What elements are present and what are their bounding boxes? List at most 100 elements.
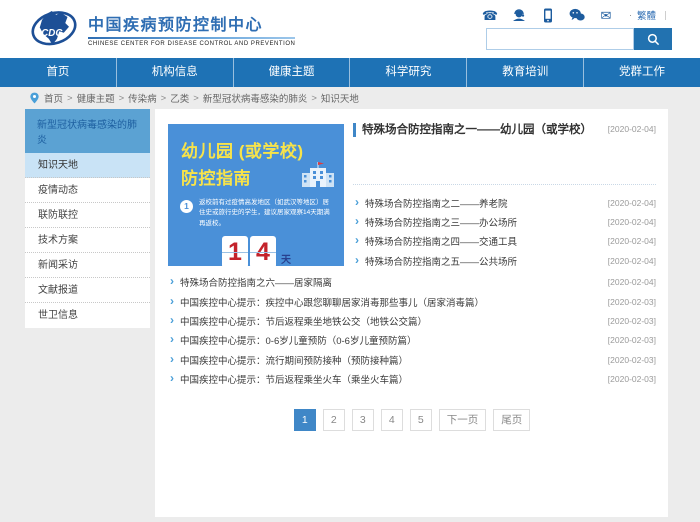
logo-cdc-text: CDC: [41, 28, 63, 39]
article-date: [2020-02-03]: [600, 355, 656, 365]
article-date: [2020-02-03]: [600, 297, 656, 307]
pagination: 12345 下一页尾页: [168, 409, 656, 431]
article-title[interactable]: 特殊场合防控指南之三——办公场所: [365, 215, 517, 229]
page-button[interactable]: 尾页: [493, 409, 530, 431]
nav-item[interactable]: 健康主题: [234, 58, 351, 87]
chevron-right-icon: ›: [355, 195, 359, 209]
article-row[interactable]: › 特殊场合防控指南之三——办公场所 [2020-02-04]: [353, 212, 656, 231]
breadcrumb-link[interactable]: 新型冠状病毒感染的肺炎: [203, 91, 308, 105]
breadcrumb-separator: >: [193, 93, 199, 104]
sidebar-item[interactable]: 疫情动态: [25, 178, 150, 203]
sidebar-item[interactable]: 知识天地: [25, 153, 150, 178]
site-header: CDC 中国疾病预防控制中心 CHINESE CENTER FOR DISEAS…: [0, 0, 700, 58]
article-row[interactable]: › 特殊场合防控指南之六——居家隔离 [2020-02-04]: [168, 273, 656, 292]
mail-icon[interactable]: ✉: [598, 8, 614, 22]
article-row[interactable]: › 中国疾控中心提示：节后返程乘坐地铁公交（地铁公交篇） [2020-02-03…: [168, 311, 656, 330]
page-button[interactable]: 下一页: [439, 409, 487, 431]
poster-step-text: 返校前有过疫情高发地区（如武汉等地区）居住史或旅行史的学生，建议居家观察14天期…: [199, 198, 332, 229]
article-title[interactable]: 中国疾控中心提示：节后返程乘坐火车（乘坐火车篇）: [180, 372, 408, 386]
article-title[interactable]: 特殊场合防控指南之二——养老院: [365, 196, 508, 210]
poster-days-unit: 天: [281, 251, 291, 266]
nav-item[interactable]: 机构信息: [117, 58, 234, 87]
article-row[interactable]: › 中国疾控中心提示：0-6岁儿童预防（0-6岁儿童预防篇） [2020-02-…: [168, 331, 656, 350]
page-button[interactable]: 5: [410, 409, 432, 431]
nav-item[interactable]: 党群工作: [584, 58, 700, 87]
magnifier-icon: [647, 33, 660, 46]
featured-section: 幼儿园 (或学校) 防控指南 1 返校前有过疫情高发地区（如武汉等地区: [168, 121, 656, 271]
cdc-logo-icon: CDC: [30, 4, 78, 54]
title-underline: [88, 37, 295, 39]
sidebar-item[interactable]: 文献报道: [25, 278, 150, 303]
featured-article-title[interactable]: 特殊场合防控指南之一——幼儿园（或学校）: [362, 121, 592, 137]
wechat-icon[interactable]: [569, 8, 585, 22]
article-row[interactable]: › 中国疾控中心提示：流行期间预防接种（预防接种篇） [2020-02-03]: [168, 350, 656, 369]
page-button[interactable]: 2: [323, 409, 345, 431]
sidebar-item[interactable]: 联防联控: [25, 203, 150, 228]
featured-summary-space: [353, 139, 656, 184]
chevron-right-icon: ›: [355, 233, 359, 247]
service-icon[interactable]: [511, 8, 527, 22]
site-title: 中国疾病预防控制中心: [88, 11, 295, 35]
article-row[interactable]: › 特殊场合防控指南之二——养老院 [2020-02-04]: [353, 193, 656, 212]
chevron-right-icon: ›: [170, 274, 174, 288]
sidebar-header: 新型冠状病毒感染的肺炎: [25, 109, 150, 153]
article-title[interactable]: 特殊场合防控指南之四——交通工具: [365, 234, 517, 248]
breadcrumb-separator: >: [119, 93, 125, 104]
article-row[interactable]: › 特殊场合防控指南之五——公共场所 [2020-02-04]: [353, 251, 656, 270]
sidebar-item[interactable]: 世卫信息: [25, 303, 150, 328]
article-title[interactable]: 中国疾控中心提示：节后返程乘坐地铁公交（地铁公交篇）: [180, 314, 427, 328]
nav-item[interactable]: 教育培训: [467, 58, 584, 87]
featured-poster[interactable]: 幼儿园 (或学校) 防控指南 1 返校前有过疫情高发地区（如武汉等地区: [168, 124, 344, 266]
chevron-right-icon: ›: [170, 313, 174, 327]
article-title[interactable]: 中国疾控中心提示：流行期间预防接种（预防接种篇）: [180, 353, 408, 367]
poster-step-number: 1: [180, 200, 193, 213]
chevron-right-icon: ›: [170, 352, 174, 366]
sidebar-item[interactable]: 技术方案: [25, 228, 150, 253]
chevron-right-icon: ›: [170, 294, 174, 308]
article-date: [2020-02-04]: [600, 277, 656, 287]
breadcrumb-link[interactable]: 传染病: [128, 91, 157, 105]
article-title[interactable]: 特殊场合防控指南之六——居家隔离: [180, 275, 332, 289]
lang-link[interactable]: 繁體: [637, 8, 656, 22]
chevron-right-icon: ›: [170, 332, 174, 346]
article-row[interactable]: › 特殊场合防控指南之四——交通工具 [2020-02-04]: [353, 232, 656, 251]
chevron-right-icon: ›: [355, 253, 359, 267]
phone-icon[interactable]: ☎: [482, 8, 498, 22]
breadcrumb-separator: >: [67, 93, 73, 104]
nav-item[interactable]: 首页: [0, 58, 117, 87]
article-date: [2020-02-04]: [600, 256, 656, 266]
article-date: [2020-02-04]: [600, 198, 656, 208]
breadcrumb-link[interactable]: 健康主题: [77, 91, 115, 105]
featured-article-date: [2020-02-04]: [602, 121, 656, 134]
page-button[interactable]: 3: [352, 409, 374, 431]
article-date: [2020-02-03]: [600, 374, 656, 384]
breadcrumb-link[interactable]: 乙类: [170, 91, 189, 105]
page-button[interactable]: 4: [381, 409, 403, 431]
main-panel: 幼儿园 (或学校) 防控指南 1 返校前有过疫情高发地区（如武汉等地区: [155, 109, 668, 517]
flip-card-digit-1: 1: [222, 236, 248, 266]
chevron-right-icon: ›: [170, 371, 174, 385]
article-title[interactable]: 中国疾控中心提示：疾控中心跟您聊聊居家消毒那些事儿（居家消毒篇）: [180, 295, 484, 309]
nav-item[interactable]: 科学研究: [350, 58, 467, 87]
chevron-right-icon: ›: [355, 214, 359, 228]
breadcrumb-link[interactable]: 首页: [44, 91, 63, 105]
page-button[interactable]: 1: [294, 409, 316, 431]
lang-dot: ·: [629, 10, 632, 20]
breadcrumb-link[interactable]: 知识天地: [321, 91, 359, 105]
search-input[interactable]: [486, 28, 634, 50]
article-date: [2020-02-04]: [600, 236, 656, 246]
article-row[interactable]: › 中国疾控中心提示：节后返程乘坐火车（乘坐火车篇） [2020-02-03]: [168, 370, 656, 389]
flip-card-digit-4: 4: [250, 236, 276, 266]
article-date: [2020-02-04]: [600, 217, 656, 227]
main-nav: 首页机构信息健康主题科学研究教育培训党群工作: [0, 58, 700, 87]
article-title[interactable]: 中国疾控中心提示：0-6岁儿童预防（0-6岁儿童预防篇）: [180, 333, 416, 347]
mobile-icon[interactable]: [540, 8, 556, 22]
location-pin-icon: [30, 92, 39, 104]
article-row[interactable]: › 中国疾控中心提示：疾控中心跟您聊聊居家消毒那些事儿（居家消毒篇） [2020…: [168, 292, 656, 311]
sidebar-item[interactable]: 新闻采访: [25, 253, 150, 278]
lang-divider: ｜: [661, 9, 670, 22]
article-date: [2020-02-03]: [600, 316, 656, 326]
sidebar: 新型冠状病毒感染的肺炎 知识天地疫情动态联防联控技术方案新闻采访文献报道世卫信息: [25, 109, 150, 328]
search-button[interactable]: [634, 28, 672, 50]
article-title[interactable]: 特殊场合防控指南之五——公共场所: [365, 254, 517, 268]
